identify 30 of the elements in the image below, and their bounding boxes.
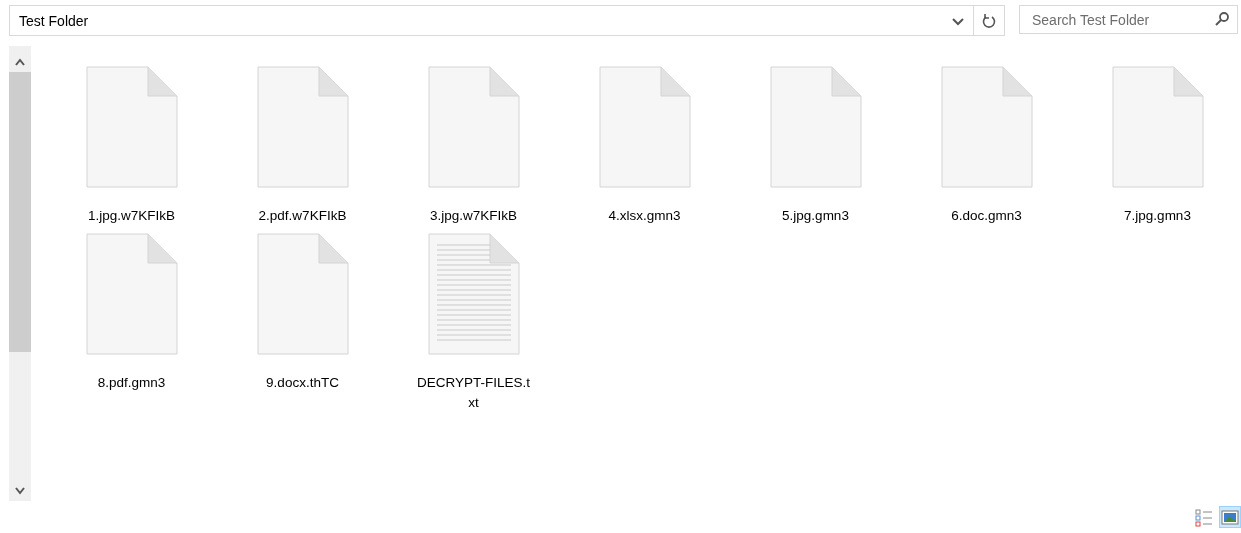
refresh-icon[interactable]: [981, 12, 997, 29]
file-icon: [769, 66, 862, 188]
chevron-up-icon[interactable]: [15, 58, 25, 66]
file-icon: [256, 66, 349, 188]
file-name[interactable]: 5.jpg.gmn3: [782, 206, 849, 226]
file-name[interactable]: 4.xlsx.gmn3: [608, 206, 681, 226]
file-name[interactable]: 1.jpg.w7KFIkB: [87, 206, 175, 226]
search-field[interactable]: Search Test Folder: [1019, 5, 1238, 34]
file-icon: [940, 66, 1033, 188]
file-name[interactable]: 3.jpg.w7KFIkB: [429, 206, 517, 226]
large-icons-view-button[interactable]: [1219, 506, 1241, 528]
address-bar[interactable]: Test Folder: [9, 5, 1005, 36]
file-name[interactable]: 2.pdf.w7KFIkB: [258, 206, 347, 226]
file-icon: [256, 233, 349, 355]
scrollbar[interactable]: [9, 46, 31, 501]
file-name[interactable]: DECRYPT-FILES.txt: [416, 373, 531, 413]
folder-path: Test Folder: [18, 12, 90, 29]
file-name[interactable]: 9.docx.thTC: [266, 373, 339, 393]
file-icon: [598, 66, 691, 188]
file-name[interactable]: 7.jpg.gmn3: [1124, 206, 1191, 226]
file-icon: [1111, 66, 1204, 188]
search-icon[interactable]: [1214, 11, 1230, 27]
file-icon: [85, 66, 178, 188]
file-name[interactable]: 8.pdf.gmn3: [97, 373, 166, 393]
text-file-icon: [427, 233, 520, 355]
file-name[interactable]: 6.doc.gmn3: [951, 206, 1022, 226]
scroll-thumb[interactable]: [9, 72, 31, 352]
file-icon: [85, 233, 178, 355]
file-icon: [427, 66, 520, 188]
chevron-down-icon[interactable]: [15, 487, 25, 495]
